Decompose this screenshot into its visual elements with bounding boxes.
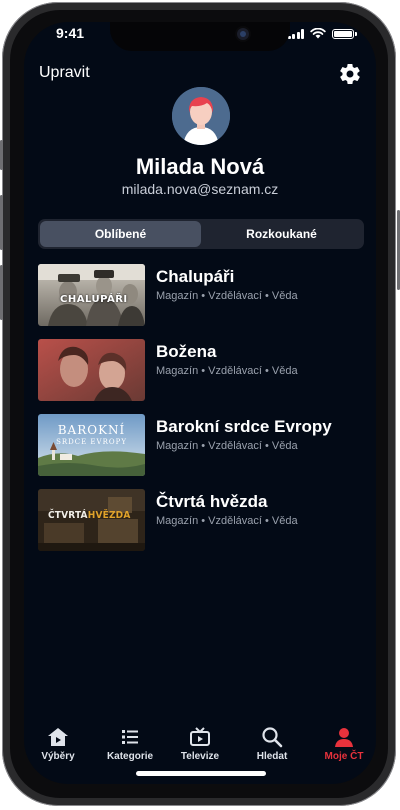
thumbnail-caption-2: SRDCE EVROPY (56, 438, 127, 446)
item-meta: Magazín • Vzdělávací • Věda (156, 440, 298, 452)
tab-kategorie[interactable]: Kategorie (100, 726, 160, 762)
user-icon (335, 728, 353, 747)
item-title: Božena (156, 342, 217, 361)
thumbnail-caption: ČTVRTÁHVĚZDA (48, 510, 131, 521)
search-icon (262, 727, 283, 748)
home-icon (48, 728, 68, 746)
tab-label: Hledat (256, 751, 288, 762)
gear-icon[interactable] (338, 62, 362, 86)
thumbnail-barokni-srdce: BAROKNÍ SRDCE EVROPY (38, 414, 145, 476)
thumbnail-ctvrta-hvezda: ČTVRTÁHVĚZDA (38, 489, 145, 551)
front-camera (237, 28, 249, 40)
tab-televize[interactable]: Televize (170, 726, 230, 762)
item-title: Chalupáři (156, 267, 235, 286)
item-title: Čtvrtá hvězda (156, 492, 268, 511)
thumbnail-chalupari: CHALUPÁŘI (38, 264, 145, 326)
segmented-control: Oblíbené Rozkoukané (38, 219, 364, 249)
home-indicator (136, 771, 266, 776)
list-item[interactable]: ČTVRTÁHVĚZDA Čtvrtá hvězda Magazín • Vzd… (38, 489, 364, 551)
tab-hledat[interactable]: Hledat (242, 726, 302, 762)
tv-icon (190, 727, 210, 746)
app-screen: 9:41 Upravit Milada Nová milada.nova@sez (24, 22, 376, 784)
tab-in-progress[interactable]: Rozkoukané (201, 221, 362, 247)
edit-button[interactable]: Upravit (39, 64, 90, 82)
battery-icon (332, 28, 357, 39)
notch (110, 22, 290, 51)
volume-down-button-2 (0, 265, 3, 320)
profile-email: milada.nova@seznam.cz (121, 181, 279, 197)
item-title: Barokní srdce Evropy (156, 417, 332, 436)
profile-name: Milada Nová (135, 154, 265, 179)
item-meta: Magazín • Vzdělávací • Věda (156, 365, 298, 377)
list-item[interactable]: Božena Magazín • Vzdělávací • Věda (38, 339, 364, 401)
list-icon (122, 730, 138, 744)
tab-moje-ct[interactable]: Moje ČT (314, 726, 374, 762)
volume-up-button (0, 140, 3, 170)
item-meta: Magazín • Vzdělávací • Věda (156, 290, 298, 302)
item-meta: Magazín • Vzdělávací • Věda (156, 515, 298, 527)
thumbnail-bozena (38, 339, 145, 401)
volume-down-button (0, 195, 3, 250)
wifi-icon (310, 28, 326, 39)
thumbnail-caption: BAROKNÍ (57, 423, 126, 437)
list-item[interactable]: BAROKNÍ SRDCE EVROPY Barokní srdce Evrop… (38, 414, 364, 476)
thumbnail-caption: CHALUPÁŘI (60, 294, 128, 305)
tab-bar: Výběry Kategorie Televize Hledat Moje ČT (24, 708, 376, 784)
tab-favorites[interactable]: Oblíbené (40, 221, 201, 247)
avatar[interactable] (172, 87, 230, 145)
tab-vybery[interactable]: Výběry (28, 726, 88, 762)
list-item[interactable]: CHALUPÁŘI Chalupáři Magazín • Vzdělávací… (38, 264, 364, 326)
avatar-illustration (172, 87, 230, 145)
tab-label: Kategorie (106, 751, 154, 762)
tab-label: Moje ČT (324, 751, 364, 762)
status-icons (287, 28, 357, 39)
tab-label: Výběry (41, 751, 75, 762)
status-time: 9:41 (56, 25, 85, 41)
tab-label: Televize (180, 751, 220, 762)
